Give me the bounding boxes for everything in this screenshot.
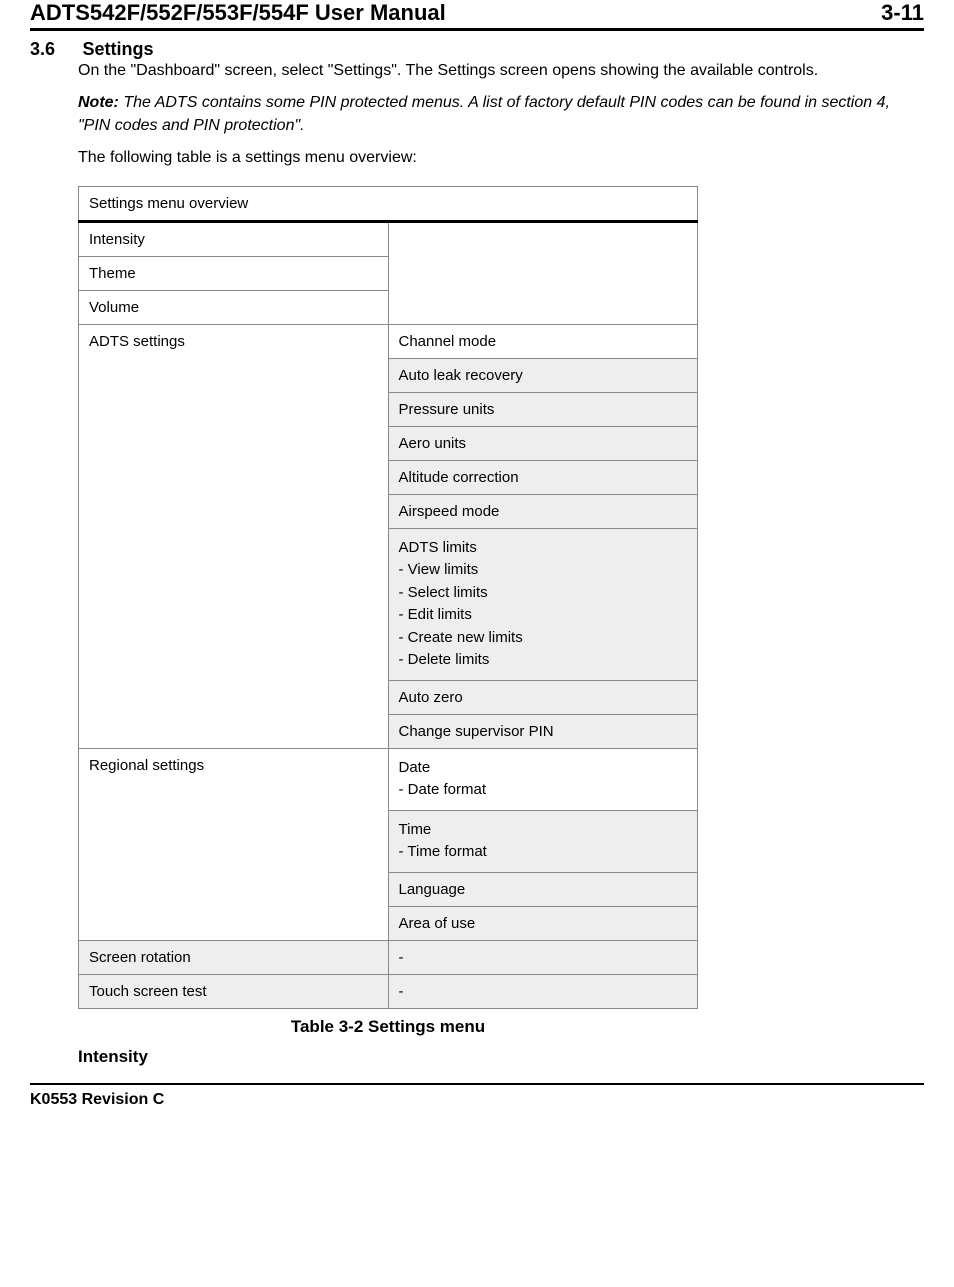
adts-limits-edit: - Edit limits	[399, 604, 688, 627]
section-heading-row: 3.6 Settings	[30, 39, 924, 60]
page-header: ADTS542F/552F/553F/554F User Manual 3-11	[30, 0, 924, 31]
cell-regional: Regional settings	[79, 748, 389, 940]
page-footer: K0553 Revision C	[30, 1083, 924, 1109]
paragraph-table-intro: The following table is a settings menu o…	[78, 147, 924, 169]
settings-menu-table: Settings menu overview Intensity Theme V…	[78, 186, 698, 1009]
date-format: - Date format	[399, 779, 688, 802]
note-label: Note:	[78, 94, 119, 111]
date-title: Date	[399, 757, 688, 780]
cell-pressure-units: Pressure units	[388, 392, 698, 426]
cell-change-pin: Change supervisor PIN	[388, 714, 698, 748]
table-caption-cell: Settings menu overview	[79, 186, 698, 221]
section-body: On the "Dashboard" screen, select "Setti…	[78, 60, 924, 1067]
paragraph-note: Note: The ADTS contains some PIN protect…	[78, 92, 924, 137]
cell-language: Language	[388, 872, 698, 906]
cell-channel-mode: Channel mode	[388, 324, 698, 358]
cell-airspeed-mode: Airspeed mode	[388, 494, 698, 528]
header-title: ADTS542F/552F/553F/554F User Manual	[30, 0, 446, 26]
cell-blank	[388, 221, 698, 324]
cell-area-of-use: Area of use	[388, 906, 698, 940]
cell-volume: Volume	[79, 290, 389, 324]
cell-screen-rotation: Screen rotation	[79, 940, 389, 974]
time-format: - Time format	[399, 841, 688, 864]
cell-adts-settings: ADTS settings	[79, 324, 389, 748]
table-bottom-caption: Table 3-2 Settings menu	[78, 1017, 698, 1037]
paragraph-intro: On the "Dashboard" screen, select "Setti…	[78, 60, 924, 82]
settings-table-wrapper: Settings menu overview Intensity Theme V…	[78, 186, 924, 1037]
adts-limits-title: ADTS limits	[399, 537, 688, 560]
cell-adts-limits: ADTS limits - View limits - Select limit…	[388, 528, 698, 680]
cell-altitude: Altitude correction	[388, 460, 698, 494]
cell-theme: Theme	[79, 256, 389, 290]
cell-aero-units: Aero units	[388, 426, 698, 460]
note-text: The ADTS contains some PIN protected men…	[78, 94, 890, 133]
cell-auto-zero: Auto zero	[388, 680, 698, 714]
cell-touch-test: Touch screen test	[79, 974, 389, 1008]
adts-limits-delete: - Delete limits	[399, 649, 688, 672]
section-title: Settings	[82, 39, 153, 59]
section-number: 3.6	[30, 39, 78, 60]
adts-limits-create: - Create new limits	[399, 627, 688, 650]
cell-screen-rotation-dash: -	[388, 940, 698, 974]
adts-limits-select: - Select limits	[399, 582, 688, 605]
cell-auto-leak: Auto leak recovery	[388, 358, 698, 392]
cell-time: Time - Time format	[388, 810, 698, 872]
adts-limits-view: - View limits	[399, 559, 688, 582]
header-page-number: 3-11	[881, 0, 924, 26]
time-title: Time	[399, 819, 688, 842]
cell-intensity: Intensity	[79, 221, 389, 256]
cell-touch-test-dash: -	[388, 974, 698, 1008]
subheading-intensity: Intensity	[78, 1047, 924, 1067]
cell-date: Date - Date format	[388, 748, 698, 810]
